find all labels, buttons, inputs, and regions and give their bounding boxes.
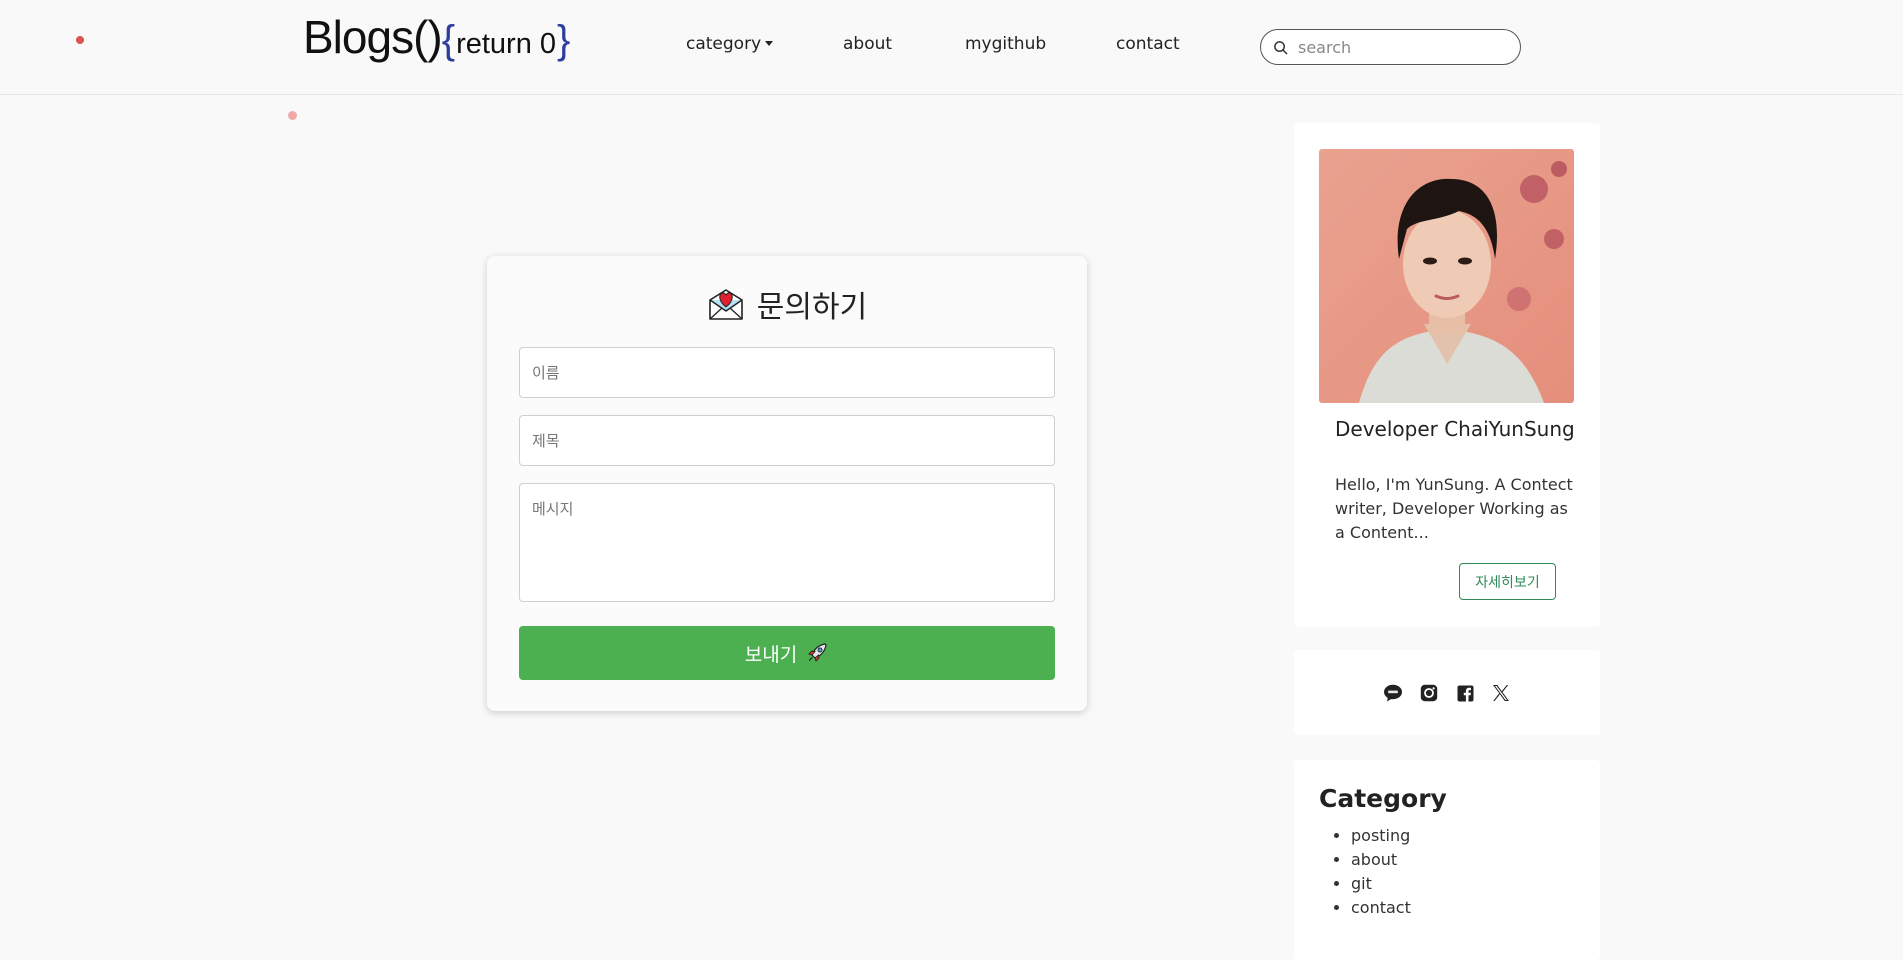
subject-field[interactable]	[519, 415, 1055, 466]
social-links-card	[1294, 650, 1600, 735]
love-letter-icon	[708, 289, 743, 320]
decorative-dot	[76, 36, 84, 44]
site-logo[interactable]: Blogs() { return 0 }	[303, 10, 570, 70]
send-button[interactable]: 보내기	[519, 626, 1055, 680]
search-input[interactable]	[1296, 36, 1506, 58]
social-links	[1294, 682, 1600, 704]
logo-brace-close: }	[557, 18, 571, 62]
instagram-icon[interactable]	[1418, 682, 1440, 704]
profile-card: Developer ChaiYunSung Hello, I'm YunSung…	[1294, 123, 1600, 627]
nav-about-link[interactable]: about	[843, 34, 892, 58]
logo-return-text: return 0	[456, 28, 557, 60]
category-item-posting[interactable]: posting	[1351, 824, 1411, 848]
logo-text: Blogs()	[303, 11, 443, 63]
facebook-icon[interactable]	[1454, 682, 1476, 704]
category-list: posting about git contact	[1319, 824, 1411, 920]
category-item-about[interactable]: about	[1351, 848, 1411, 872]
rocket-icon	[808, 643, 827, 662]
profile-name: Developer ChaiYunSung	[1335, 417, 1575, 441]
site-header: Blogs() { return 0 } category about mygi…	[0, 0, 1903, 95]
category-heading: Category	[1319, 784, 1447, 813]
profile-bio: Hello, I'm YunSung. A Contect writer, De…	[1335, 475, 1573, 542]
nav-category-label: category	[686, 34, 762, 54]
x-icon[interactable]	[1490, 682, 1512, 704]
contact-form-card: 문의하기 보내기	[487, 256, 1087, 711]
search-icon	[1274, 40, 1288, 54]
nav-category-dropdown[interactable]: category	[686, 34, 774, 58]
contact-form-title: 문의하기	[756, 290, 868, 325]
read-more-button[interactable]: 자세히보기	[1459, 563, 1556, 600]
logo-brace-open: {	[441, 18, 456, 62]
contact-form-heading: 문의하기	[487, 282, 1087, 326]
category-item-contact[interactable]: contact	[1351, 896, 1411, 920]
nav-contact-link[interactable]: contact	[1116, 34, 1180, 58]
send-button-label: 보내기	[744, 643, 798, 666]
kakaotalk-icon[interactable]	[1382, 682, 1404, 704]
profile-photo	[1319, 149, 1574, 403]
decorative-dot	[288, 111, 297, 120]
category-card: Category posting about git contact	[1294, 760, 1600, 960]
message-field[interactable]	[519, 483, 1055, 602]
caret-down-icon	[765, 41, 774, 46]
name-field[interactable]	[519, 347, 1055, 398]
category-item-git[interactable]: git	[1351, 872, 1411, 896]
search-box[interactable]	[1260, 29, 1521, 65]
nav-github-link[interactable]: mygithub	[965, 34, 1046, 58]
